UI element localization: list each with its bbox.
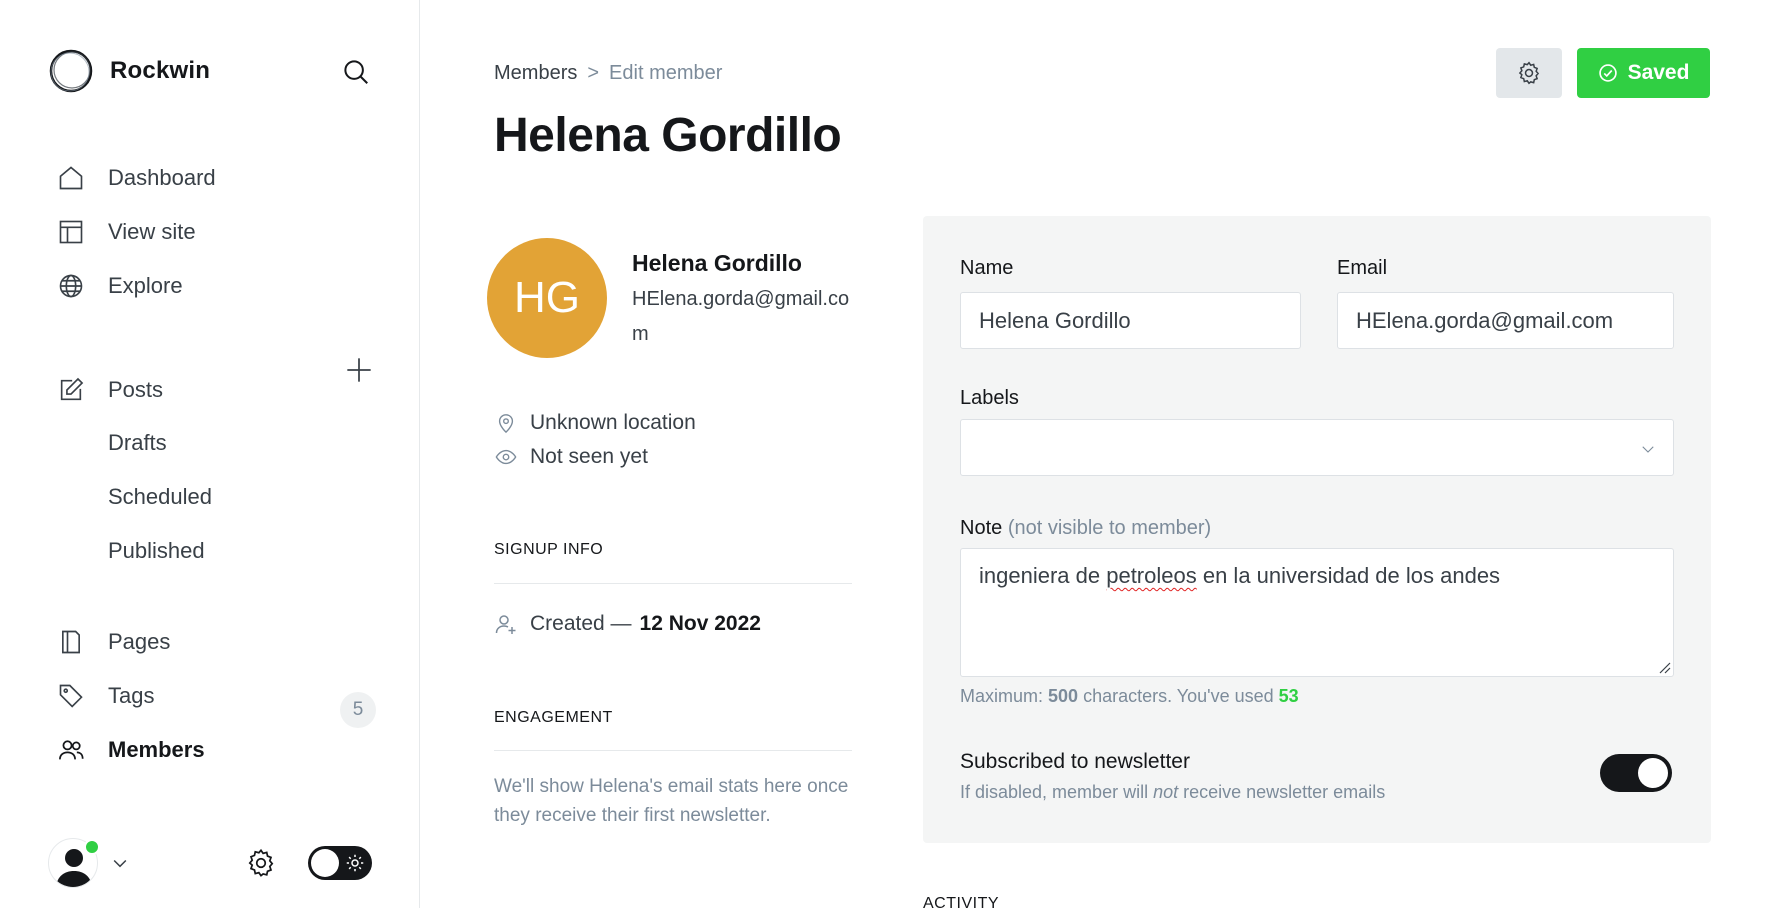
email-label: Email [1337, 257, 1388, 279]
nav-tags-label: Tags [108, 683, 155, 708]
note-label-text: Note [960, 517, 1003, 539]
page-title: Helena Gordillo [494, 109, 842, 162]
nav-view-site-label: View site [108, 219, 196, 244]
note-label: Note (not visible to member) [960, 517, 1211, 540]
newsletter-sub-prefix: If disabled, member will [960, 782, 1154, 802]
name-input[interactable]: Helena Gordillo [960, 292, 1301, 349]
members-icon [56, 735, 86, 765]
new-post-button[interactable] [344, 355, 374, 385]
save-button[interactable]: Saved [1577, 48, 1710, 98]
breadcrumb-separator: > [587, 62, 600, 84]
member-created-label: Created — [530, 612, 632, 635]
newsletter-sub-emphasis: not [1153, 782, 1179, 802]
nav-view-site[interactable]: View site [56, 212, 196, 252]
member-avatar: HG [487, 238, 607, 358]
email-input[interactable]: HElena.gorda@gmail.com [1337, 292, 1674, 349]
char-count-max: 500 [1048, 686, 1079, 706]
globe-icon [56, 271, 86, 301]
nav-explore-label: Explore [108, 273, 183, 298]
members-count-badge: 5 [340, 692, 376, 728]
member-last-seen-text: Not seen yet [530, 445, 648, 468]
newsletter-sub-suffix: receive newsletter emails [1178, 782, 1386, 802]
gear-icon [248, 848, 274, 877]
newsletter-title: Subscribed to newsletter [960, 750, 1190, 773]
nav-drafts[interactable]: Drafts [108, 425, 167, 461]
member-email: HElena.gorda@gmail.com [632, 288, 850, 345]
nav-posts[interactable]: Posts [56, 370, 163, 410]
gear-icon [1518, 61, 1540, 85]
activity-heading: ACTIVITY [923, 895, 1000, 908]
char-count-used: 53 [1278, 686, 1299, 706]
note-char-count: Maximum: 500 characters. You've used 53 [960, 686, 1299, 707]
member-name: Helena Gordillo [632, 250, 802, 276]
sun-icon [346, 854, 364, 872]
nav-published[interactable]: Published [108, 533, 205, 569]
newsletter-toggle[interactable] [1600, 754, 1672, 792]
engagement-heading: ENGAGEMENT [494, 709, 613, 726]
nav-posts-label: Posts [108, 377, 164, 402]
engagement-text: We'll show Helena's email stats here onc… [494, 776, 849, 826]
note-text-after: en la universidad de los andes [1196, 563, 1501, 588]
note-label-hint: (not visible to member) [1007, 517, 1212, 539]
user-plus-icon [494, 612, 518, 636]
nav-explore[interactable]: Explore [56, 266, 183, 306]
note-textarea[interactable]: ingeniera de petroleos en la universidad… [960, 548, 1674, 677]
note-text-misspelled: petroleos [1106, 563, 1197, 588]
search-icon [344, 60, 368, 84]
breadcrumb-members-link[interactable]: Members [494, 62, 577, 85]
chevron-down-icon [113, 859, 127, 868]
char-count-mid: characters. You've used [1078, 686, 1279, 706]
nav-pages-label: Pages [108, 629, 171, 654]
plus-icon [347, 358, 371, 382]
check-circle-icon [1598, 64, 1617, 82]
engagement-divider [494, 750, 852, 751]
theme-toggle-knob [311, 849, 339, 877]
sidebar-settings-button[interactable] [244, 846, 278, 880]
breadcrumb-current: Edit member [609, 62, 723, 84]
labels-select[interactable] [960, 419, 1674, 476]
nav-members[interactable]: Members [56, 730, 205, 770]
member-created-date: 12 Nov 2022 [639, 612, 761, 635]
brand-name: Rockwin [110, 57, 211, 84]
theme-toggle[interactable] [308, 846, 372, 880]
nav-tags[interactable]: Tags [56, 676, 154, 716]
signup-info-heading: SIGNUP INFO [494, 541, 604, 558]
brand-logo-icon [49, 49, 93, 93]
breadcrumb: Members > Edit member [494, 62, 722, 85]
nav-scheduled[interactable]: Scheduled [108, 479, 212, 515]
chevron-down-icon [1642, 446, 1654, 453]
nav-dashboard-label: Dashboard [108, 165, 216, 190]
member-location: Unknown location [494, 411, 696, 435]
sidebar: Rockwin Dashboard View site Explore Post… [0, 0, 420, 908]
char-count-prefix: Maximum: [960, 686, 1049, 706]
signup-divider [494, 583, 852, 584]
save-button-label: Saved [1627, 61, 1690, 84]
member-actions-button[interactable] [1496, 48, 1562, 98]
newsletter-toggle-knob [1638, 758, 1668, 788]
online-status-dot [84, 839, 100, 855]
member-location-text: Unknown location [530, 411, 696, 434]
location-pin-icon [494, 411, 518, 435]
tag-icon [56, 681, 86, 711]
nav-members-label: Members [108, 737, 205, 762]
member-created: Created — 12 Nov 2022 [494, 612, 761, 636]
eye-icon [494, 445, 518, 469]
member-last-seen: Not seen yet [494, 445, 648, 469]
nav-pages[interactable]: Pages [56, 622, 170, 662]
nav-dashboard[interactable]: Dashboard [56, 158, 216, 198]
newsletter-subtitle: If disabled, member will not receive new… [960, 782, 1385, 803]
page-icon [56, 627, 86, 657]
note-text-before: ingeniera de [979, 563, 1107, 588]
resize-grip-icon[interactable] [1657, 660, 1671, 674]
labels-label: Labels [960, 387, 1019, 409]
search-button[interactable] [340, 56, 372, 88]
layout-icon [56, 217, 86, 247]
edit-icon [56, 375, 86, 405]
home-icon [56, 163, 86, 193]
name-label: Name [960, 257, 1014, 279]
brand[interactable]: Rockwin [48, 48, 210, 94]
